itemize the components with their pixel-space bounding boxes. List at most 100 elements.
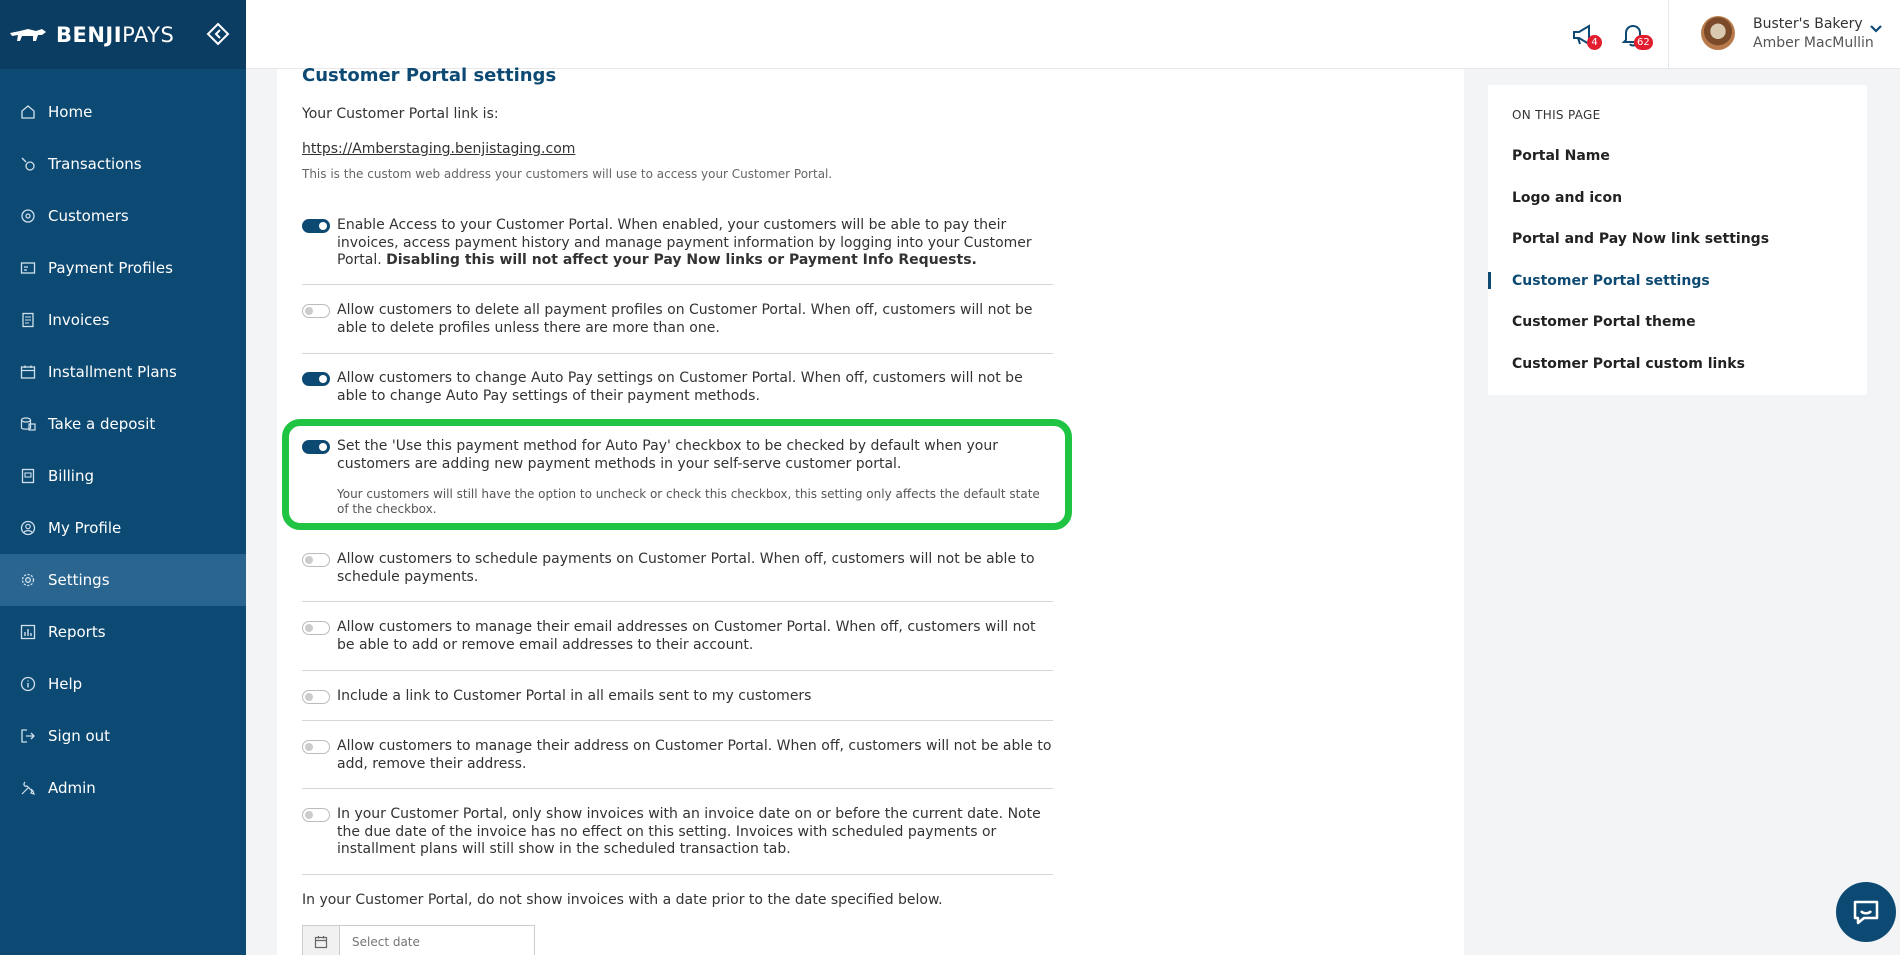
calendar-icon[interactable] [303,926,340,955]
dog-logo-icon [10,28,46,41]
sidebar-nav: Home Transactions Customers Payment Prof… [0,69,246,814]
include-link-toggle[interactable] [302,690,330,704]
sidebar-item-billing[interactable]: Billing [0,450,246,502]
setting-text: Allow customers to change Auto Pay setti… [337,370,1023,404]
setting-delete-profiles: Allow customers to delete all payment pr… [302,302,1053,338]
sidebar-item-take-a-deposit[interactable]: Take a deposit [0,398,246,450]
invoices-icon [20,312,36,328]
chat-support-button[interactable] [1836,882,1896,942]
setting-text: Include a link to Customer Portal in all… [337,688,812,704]
toc-item-logo-and-icon[interactable]: Logo and icon [1512,190,1622,206]
sidebar-item-label: Billing [48,467,94,485]
brand-name: BENJIPAYS [56,22,175,47]
sidebar-item-home[interactable]: Home [0,86,246,138]
toc-item-customer-portal-settings[interactable]: Customer Portal settings [1512,273,1710,289]
sidebar-item-sign-out[interactable]: Sign out [0,710,246,762]
invoice-date-filter-toggle[interactable] [302,808,330,822]
setting-manage-address: Allow customers to manage their address … [302,738,1053,774]
announcements-badge: 4 [1587,35,1602,50]
setting-auto-pay: Allow customers to change Auto Pay setti… [302,370,1053,406]
sidebar-item-my-profile[interactable]: My Profile [0,502,246,554]
sidebar-item-admin[interactable]: Admin [0,762,246,814]
home-icon [20,104,36,120]
divider [302,874,1053,875]
auto-pay-toggle[interactable] [302,372,330,386]
portal-link-label: Your Customer Portal link is: [302,106,499,122]
setting-text: Set the 'Use this payment method for Aut… [337,438,998,472]
billing-icon [20,468,36,484]
topbar-divider [1668,0,1669,69]
schedule-payments-toggle[interactable] [302,553,330,567]
calendar-icon [20,364,36,380]
account-name: Buster's Bakery [1753,16,1863,32]
toc-active-indicator [1488,272,1491,289]
gear-icon [20,572,36,588]
notifications-badge: 62 [1634,35,1653,50]
sidebar-item-label: Customers [48,207,129,225]
help-icon [20,676,36,692]
sidebar-item-customers[interactable]: Customers [0,190,246,242]
sidebar-item-label: Home [48,103,93,121]
deposit-icon [20,416,36,432]
toc-item-link-settings[interactable]: Portal and Pay Now link settings [1512,231,1769,247]
divider [302,601,1053,602]
sidebar-item-help[interactable]: Help [0,658,246,710]
main-content: Customer Portal settings Your Customer P… [277,65,1464,955]
top-bar: 4 62 Buster's Bakery Amber MacMullin [246,0,1900,69]
setting-text: Allow customers to manage their address … [337,738,1052,772]
avatar [1701,16,1735,50]
sidebar-item-installment-plans[interactable]: Installment Plans [0,346,246,398]
sidebar-item-reports[interactable]: Reports [0,606,246,658]
sign-out-icon [20,728,36,744]
transactions-icon [20,156,36,172]
setting-text: Enable Access to your Customer Portal. W… [337,217,1032,268]
setting-schedule-payments: Allow customers to schedule payments on … [302,551,1053,587]
setting-text: In your Customer Portal, only show invoi… [337,806,1041,857]
date-filter-label: In your Customer Portal, do not show inv… [302,892,943,908]
portal-link-help: This is the custom web address your cust… [302,167,833,181]
date-picker [302,925,535,955]
delete-profiles-toggle[interactable] [302,304,330,318]
sidebar-item-invoices[interactable]: Invoices [0,294,246,346]
setting-invoice-date-filter: In your Customer Portal, only show invoi… [302,806,1053,860]
manage-emails-toggle[interactable] [302,621,330,635]
setting-manage-emails: Allow customers to manage their email ad… [302,619,1053,655]
on-this-page-panel: ON THIS PAGE Portal Name Logo and icon P… [1488,85,1867,395]
divider [302,670,1053,671]
sidebar-item-label: Transactions [48,155,142,173]
brand-bar: BENJIPAYS [0,0,246,69]
admin-icon [20,780,36,796]
toc-header: ON THIS PAGE [1512,108,1601,122]
user-icon [20,520,36,536]
collapse-sidebar-icon[interactable] [206,22,230,46]
toc-item-custom-links[interactable]: Customer Portal custom links [1512,356,1745,372]
sidebar: BENJIPAYS Home Transactions Customers Pa… [0,0,246,955]
toc-item-portal-name[interactable]: Portal Name [1512,148,1610,164]
divider [302,353,1053,354]
date-input[interactable] [340,926,534,955]
payment-profiles-icon [20,260,36,276]
customers-icon [20,208,36,224]
setting-enable-portal: Enable Access to your Customer Portal. W… [302,217,1053,272]
enable-portal-toggle[interactable] [302,219,330,233]
divider [302,720,1053,721]
sidebar-item-label: Help [48,675,83,693]
notifications-button[interactable]: 62 [1620,18,1654,52]
auto-pay-default-toggle[interactable] [302,440,330,454]
sidebar-item-payment-profiles[interactable]: Payment Profiles [0,242,246,294]
reports-icon [20,624,36,640]
sidebar-item-settings[interactable]: Settings [0,554,246,606]
account-user-name: Amber MacMullin [1753,35,1874,51]
sidebar-item-transactions[interactable]: Transactions [0,138,246,190]
sidebar-item-label: Settings [48,571,110,589]
manage-address-toggle[interactable] [302,740,330,754]
toc-item-customer-portal-theme[interactable]: Customer Portal theme [1512,314,1696,330]
chevron-down-icon [1870,25,1882,33]
account-menu[interactable]: Buster's Bakery Amber MacMullin [1676,0,1900,69]
sidebar-item-label: Reports [48,623,106,641]
sidebar-item-label: Payment Profiles [48,259,173,277]
setting-auto-pay-default: Set the 'Use this payment method for Aut… [302,438,1053,516]
announcements-button[interactable]: 4 [1571,18,1602,52]
portal-link[interactable]: https://Amberstaging.benjistaging.com [302,141,575,157]
setting-subtext: Your customers will still have the optio… [337,487,1040,516]
